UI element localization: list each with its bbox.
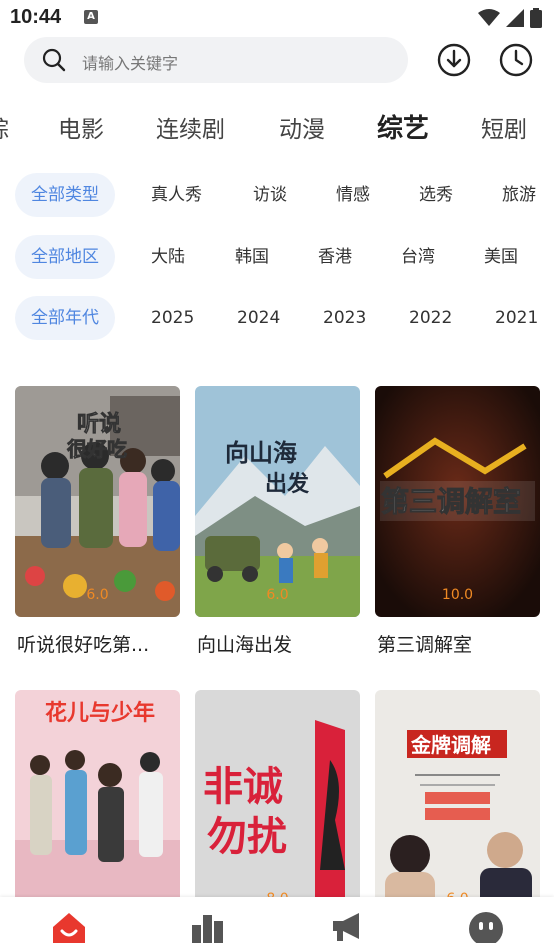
card-title: 向山海出发 [197,634,293,656]
search-bar[interactable]: 请输入关键字 [24,37,408,83]
filter-chip[interactable]: 情感 [336,173,370,217]
profile-face-icon[interactable] [466,909,506,943]
category-tab-movie[interactable]: 电影 [58,110,104,144]
poster-art: 非诚 勿扰 [195,690,360,921]
wifi-icon [478,9,500,26]
filter-chip[interactable]: 韩国 [235,235,269,279]
rating-score: 6.0 [86,587,109,603]
svg-text:向山海: 向山海 [225,439,297,467]
poster-image: 金牌调解 6.0 [375,690,540,921]
filter-chip[interactable]: 访谈 [253,173,287,217]
rating-score: 10.0 [441,587,474,603]
search-placeholder: 请输入关键字 [82,54,179,73]
svg-text:很好吃: 很好吃 [67,437,127,461]
filter-chip[interactable]: 香港 [318,235,352,279]
search-icon [42,48,66,72]
category-tab-anime[interactable]: 动漫 [279,110,325,144]
filter-chip-all-region[interactable]: 全部地区 [15,235,115,279]
poster-image: 听说 很好吃 6.0 [15,386,180,617]
card-title: 听说很好吃第... [17,634,150,656]
category-tab[interactable]: 综 [0,110,9,144]
filter-chip-all-year[interactable]: 全部年代 [15,296,115,340]
svg-text:花儿与少年: 花儿与少年 [45,700,155,726]
filter-chip[interactable]: 2024 [237,296,280,340]
media-card[interactable]: 听说 很好吃 6.0 听说很好吃第... [15,386,180,656]
filter-chip[interactable]: 选秀 [419,173,453,217]
category-tab-series[interactable]: 连续剧 [156,110,225,144]
category-tabs: 综 电影 连续剧 动漫 综艺 短剧 [0,100,554,152]
filter-chip[interactable]: 2022 [409,296,452,340]
media-card[interactable]: 金牌调解 6.0 [375,690,540,921]
category-tab-variety[interactable]: 综艺 [377,108,429,145]
media-card[interactable]: 非诚 勿扰 8.0 [195,690,360,921]
poster-image: 向山海 出发 6.0 [195,386,360,617]
ranking-chart-icon[interactable] [188,909,228,943]
svg-text:勿扰: 勿扰 [207,814,287,860]
poster-image: 第三调解室 10.0 [375,386,540,617]
filter-chip-all-type[interactable]: 全部类型 [15,173,115,217]
poster-art: 向山海 出发 [195,386,360,617]
poster-art: 听说 很好吃 [15,386,180,617]
system-icons [478,8,542,28]
svg-text:金牌调解: 金牌调解 [410,733,491,757]
bottom-tab-bar [0,897,554,944]
media-card[interactable]: 向山海 出发 6.0 向山海出发 [195,386,360,656]
filter-row-region: 全部地区 大陆 韩国 香港 台湾 美国 [0,235,554,281]
filter-chip[interactable]: 2021 [495,296,538,340]
filter-chip[interactable]: 大陆 [151,235,185,279]
media-card[interactable]: 花儿与少年 [15,690,180,921]
filter-row-year: 全部年代 2025 2024 2023 2022 2021 [0,296,554,342]
poster-art: 金牌调解 [375,690,540,921]
rating-score: 6.0 [266,587,289,603]
home-icon[interactable] [49,909,89,943]
battery-icon [530,8,542,28]
filter-chip[interactable]: 美国 [484,235,518,279]
filter-chip[interactable]: 2025 [151,296,194,340]
filter-chip[interactable]: 2023 [323,296,366,340]
filter-chip[interactable]: 真人秀 [151,173,202,217]
card-title: 第三调解室 [377,634,473,656]
filter-row-type: 全部类型 真人秀 访谈 情感 选秀 旅游 [0,173,554,219]
signal-icon [506,9,524,27]
media-card[interactable]: 第三调解室 10.0 第三调解室 [375,386,540,656]
history-clock-icon[interactable] [498,42,534,78]
category-tab-short-drama[interactable]: 短剧 [481,110,527,144]
svg-text:第三调解室: 第三调解室 [381,485,521,518]
status-bar: 10:44 A [0,0,554,36]
status-time: 10:44 [10,6,62,28]
megaphone-icon[interactable] [327,909,367,943]
svg-text:非诚: 非诚 [203,764,283,810]
notification-icon: A [84,10,98,24]
download-icon[interactable] [436,42,472,78]
poster-art: 第三调解室 [375,386,540,617]
filter-chip[interactable]: 旅游 [502,173,536,217]
poster-image: 非诚 勿扰 8.0 [195,690,360,921]
poster-art: 花儿与少年 [15,690,180,921]
svg-text:听说: 听说 [77,411,121,437]
poster-image: 花儿与少年 [15,690,180,921]
filter-chip[interactable]: 台湾 [401,235,435,279]
svg-text:出发: 出发 [265,471,310,497]
